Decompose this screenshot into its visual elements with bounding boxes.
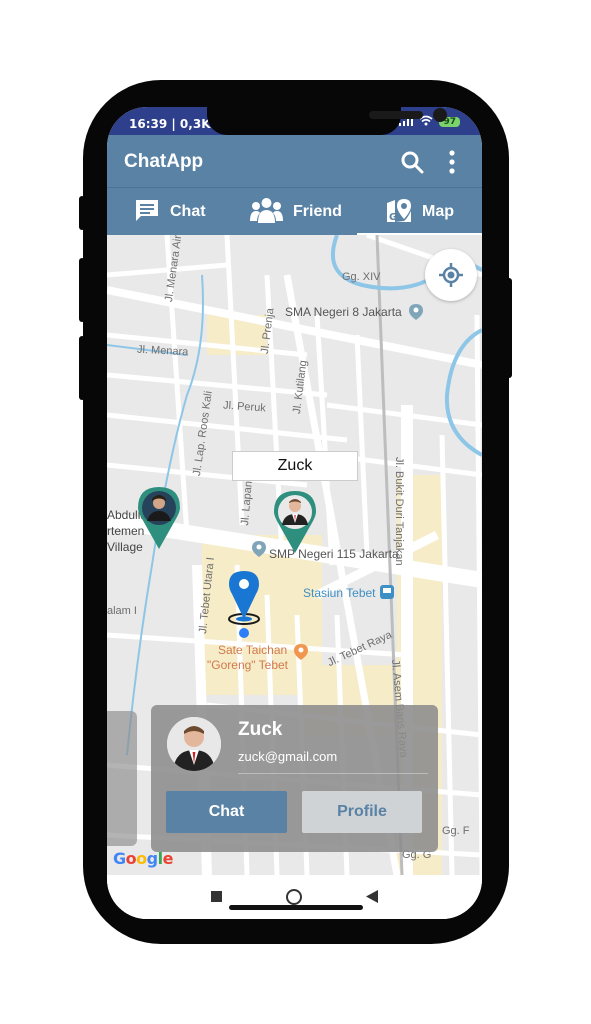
map-label-sate-2: "Goreng" Tebet bbox=[207, 658, 289, 672]
back-icon[interactable] bbox=[366, 890, 378, 908]
more-options-icon[interactable] bbox=[447, 149, 457, 180]
svg-text:G: G bbox=[389, 212, 397, 223]
restaurant-poi-icon bbox=[294, 644, 308, 665]
map-pin-icon: G bbox=[386, 197, 412, 228]
status-time: 16:39 | 0,3K bbox=[129, 117, 211, 131]
friend-marker-zuck[interactable] bbox=[274, 491, 316, 553]
card-divider bbox=[238, 773, 428, 774]
side-button bbox=[79, 196, 85, 230]
volume-down-button bbox=[79, 336, 85, 400]
home-indicator[interactable] bbox=[229, 905, 363, 910]
gps-target-icon bbox=[439, 263, 463, 292]
search-icon[interactable] bbox=[400, 150, 424, 179]
map-label-sate: Sate Taichan bbox=[218, 643, 288, 657]
volume-up-button bbox=[79, 258, 85, 322]
school-poi-icon bbox=[409, 304, 423, 325]
map-label-stasiun: Stasiun Tebet bbox=[303, 586, 376, 600]
home-icon[interactable] bbox=[286, 889, 302, 905]
profile-button[interactable]: Profile bbox=[302, 791, 422, 833]
map-label-sma: SMA Negeri 8 Jakarta bbox=[285, 305, 402, 319]
speaker bbox=[369, 111, 423, 119]
tab-friend-label: Friend bbox=[293, 203, 342, 220]
previous-card-peek[interactable] bbox=[107, 711, 137, 846]
card-name: Zuck bbox=[238, 719, 283, 740]
friend-marker[interactable] bbox=[138, 487, 180, 549]
recents-icon[interactable] bbox=[211, 891, 222, 902]
tab-chat[interactable]: Chat bbox=[134, 188, 206, 236]
tab-map-label: Map bbox=[422, 203, 454, 220]
chat-bubble-icon bbox=[134, 198, 160, 227]
tab-bar: Chat Friend G Map bbox=[107, 187, 482, 236]
friend-info-card: Zuck zuck@gmail.com Chat Profile bbox=[151, 705, 438, 852]
group-icon bbox=[250, 197, 283, 228]
avatar bbox=[167, 717, 221, 771]
map-label-gg-xiv: Gg. XIV bbox=[342, 271, 381, 283]
tab-map[interactable]: G Map bbox=[386, 188, 454, 236]
system-nav-bar bbox=[107, 875, 482, 919]
train-station-icon bbox=[380, 585, 394, 604]
app-bar: ChatApp bbox=[107, 135, 482, 187]
chat-button[interactable]: Chat bbox=[166, 791, 287, 833]
google-logo: Google bbox=[113, 849, 173, 868]
phone-screen: 16:39 | 0,3K 97 ChatApp Chat Friend G Ma… bbox=[107, 107, 482, 919]
tab-friend[interactable]: Friend bbox=[250, 188, 342, 236]
notch bbox=[207, 107, 447, 135]
school-poi-icon bbox=[252, 541, 266, 562]
card-email: zuck@gmail.com bbox=[238, 749, 338, 764]
tab-chat-label: Chat bbox=[170, 203, 206, 220]
power-button bbox=[506, 278, 512, 378]
map-view[interactable]: Gg. XIV SMA Negeri 8 Jakarta Jl. Menara … bbox=[107, 235, 482, 875]
map-label-alam: alam I bbox=[107, 605, 137, 617]
map-label-bukit-duri: Jl. Bukit Duri Tanjakan bbox=[393, 457, 405, 566]
my-location-button[interactable] bbox=[425, 249, 477, 301]
front-camera bbox=[433, 108, 447, 122]
map-label-gg-f: Gg. F bbox=[442, 825, 470, 837]
app-title: ChatApp bbox=[124, 151, 204, 172]
marker-callout: Zuck bbox=[232, 451, 358, 481]
my-location-pin bbox=[227, 569, 261, 639]
